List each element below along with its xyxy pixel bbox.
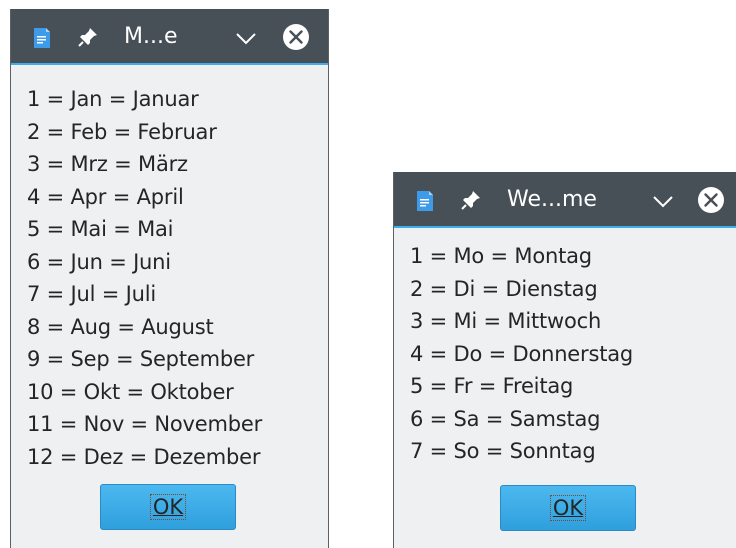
list-item: 2 = Di = Dienstag (410, 276, 598, 301)
close-icon[interactable] (281, 22, 311, 52)
list-item: 4 = Apr = April (27, 184, 184, 209)
close-icon[interactable] (696, 185, 726, 215)
list-item: 1 = Mo = Montag (410, 244, 592, 268)
ok-button[interactable]: OK (100, 484, 236, 530)
list-item: 1 = Jan = Januar (27, 87, 199, 111)
months-list: 1 = Jan = Januar 2 = Feb = Februar 3 = M… (27, 83, 262, 473)
weekdays-dialog: We...me 1 = Mo = Montag 2 = Di = Diensta… (393, 172, 736, 548)
list-item: 5 = Fr = Freitag (410, 374, 574, 398)
window-title: We...me (507, 187, 597, 212)
months-titlebar[interactable]: M...e (11, 9, 328, 65)
list-item: 7 = Jul = Juli (27, 282, 156, 306)
list-item: 11 = Nov = November (27, 412, 263, 436)
weekdays-list: 1 = Mo = Montag 2 = Di = Dienstag 3 = Mi… (410, 240, 633, 468)
months-dialog: M...e 1 = Jan = Januar 2 = Feb = Februar… (10, 9, 329, 548)
weekdays-titlebar[interactable]: We...me (394, 172, 736, 228)
pin-icon[interactable] (460, 189, 482, 211)
window-title: M...e (124, 24, 178, 49)
list-item: 4 = Do = Donnerstag (410, 341, 634, 366)
list-item: 2 = Feb = Februar (27, 119, 217, 144)
chevron-down-icon[interactable] (233, 27, 259, 49)
chevron-down-icon[interactable] (650, 190, 676, 212)
list-item: 3 = Mi = Mittwoch (410, 309, 602, 333)
list-item: 3 = Mrz = März (27, 152, 188, 176)
list-item: 6 = Sa = Samstag (410, 406, 601, 431)
document-app-icon[interactable] (31, 27, 53, 49)
desktop: M...e 1 = Jan = Januar 2 = Feb = Februar… (0, 0, 736, 548)
ok-button[interactable]: OK (500, 485, 636, 531)
ok-button-label: OK (149, 494, 187, 520)
list-item: 6 = Jun = Juni (27, 249, 171, 274)
list-item: 7 = So = Sonntag (410, 439, 596, 463)
list-item: 10 = Okt = Oktober (27, 379, 234, 404)
list-item: 8 = Aug = August (27, 314, 214, 339)
list-item: 5 = Mai = Mai (27, 217, 174, 241)
pin-icon[interactable] (77, 26, 99, 48)
list-item: 9 = Sep = September (27, 347, 255, 371)
list-item: 12 = Dez = Dezember (27, 444, 261, 469)
document-app-icon[interactable] (414, 190, 436, 212)
ok-button-label: OK (549, 495, 587, 521)
